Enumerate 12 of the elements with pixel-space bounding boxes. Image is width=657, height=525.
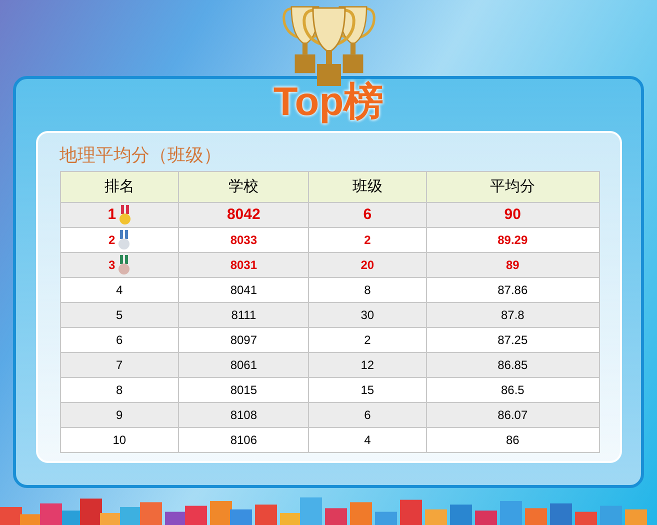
banner-title: Top榜 xyxy=(273,79,384,125)
rank-number: 1 xyxy=(108,204,116,225)
table-cell: 8106 xyxy=(178,428,309,452)
table-cell: 86 xyxy=(426,428,599,452)
table-cell: 4 xyxy=(308,428,426,452)
rank-number: 3 xyxy=(108,257,116,274)
board-title: 地理平均分（班级） xyxy=(60,144,222,167)
table-cell: 10 xyxy=(60,428,179,452)
column-header: 平均分 xyxy=(426,172,599,202)
column-header: 排名 xyxy=(60,172,179,202)
rank-number: 2 xyxy=(108,232,116,249)
column-header: 学校 xyxy=(178,172,309,202)
